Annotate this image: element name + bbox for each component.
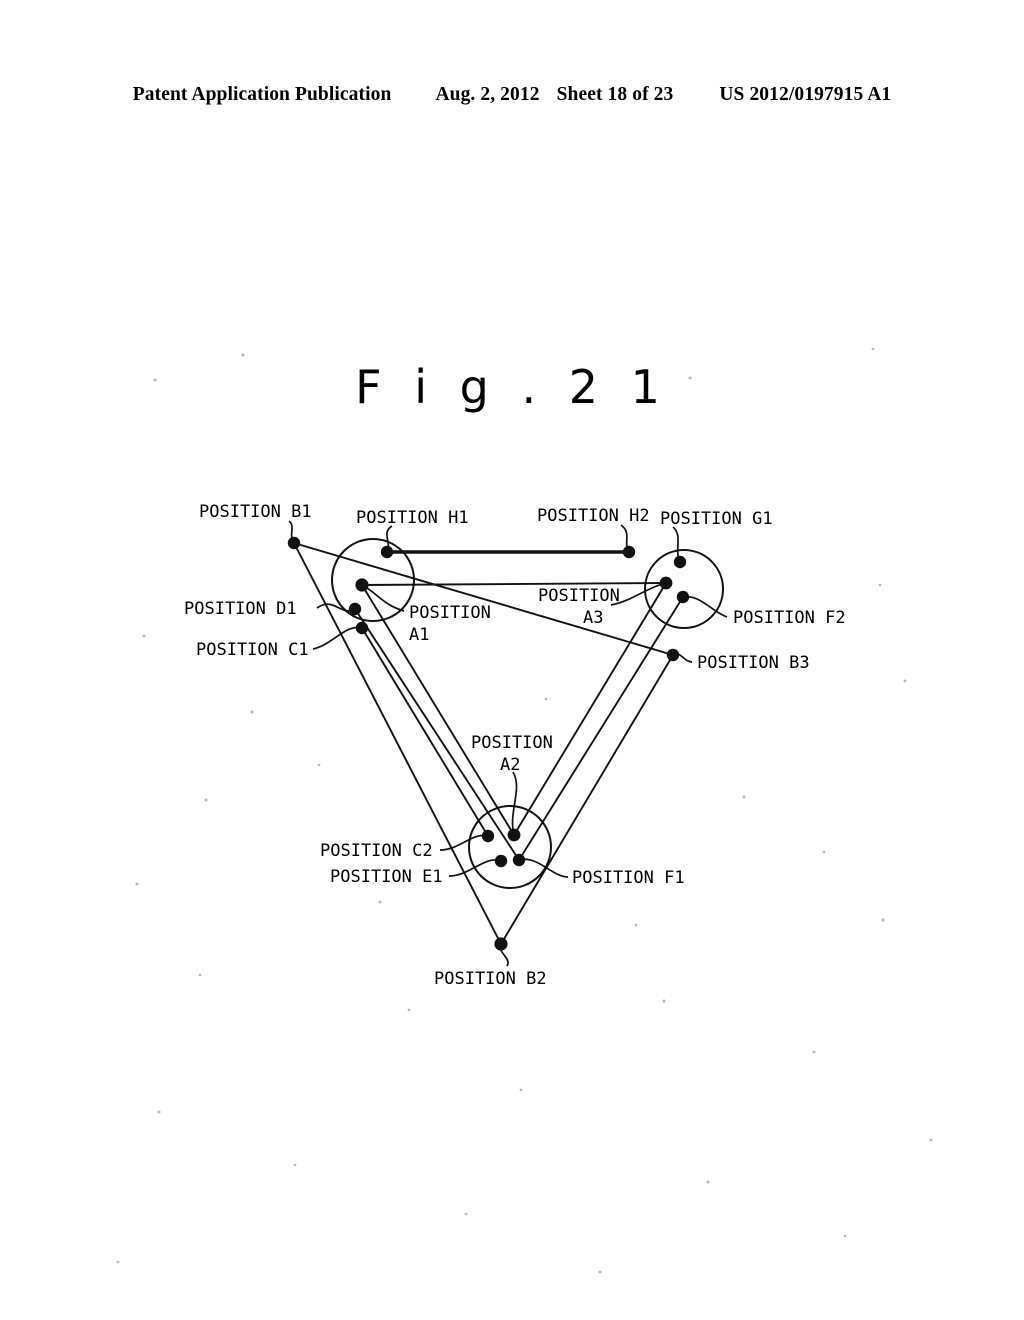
label-position-e1: POSITION E1 — [330, 867, 443, 887]
label-position-c1: POSITION C1 — [196, 640, 309, 660]
label-position-h1: POSITION H1 — [356, 508, 469, 528]
group-circles — [331, 538, 724, 889]
dot-d1 — [348, 602, 362, 616]
dot-b2 — [494, 937, 508, 951]
edge-f2-f1 — [518, 596, 684, 861]
label-position-b3: POSITION B3 — [697, 653, 810, 673]
label-position-a2-line2: A2 — [500, 755, 520, 775]
dot-f1 — [512, 853, 526, 867]
label-position-f1: POSITION F1 — [572, 868, 685, 888]
label-position-a1-line2: A1 — [409, 625, 429, 645]
dot-b1 — [287, 536, 301, 550]
dot-e1 — [494, 854, 508, 868]
edge-b3-b2 — [500, 654, 674, 945]
label-position-b2: POSITION B2 — [434, 969, 547, 989]
scan-speckle-layer — [116, 347, 933, 1274]
leader-f2 — [682, 595, 728, 618]
label-position-d1: POSITION D1 — [184, 599, 297, 619]
label-position-a3-line1: POSITION — [538, 586, 620, 606]
dot-b3 — [666, 648, 680, 662]
dot-h1 — [380, 545, 394, 559]
leader-c1 — [312, 626, 363, 650]
group-circle-1 — [331, 538, 415, 622]
label-position-a1-line1: POSITION — [409, 603, 491, 623]
label-position-g1: POSITION G1 — [660, 509, 773, 529]
leader-c2 — [439, 834, 489, 851]
leader-e1 — [448, 859, 502, 877]
dot-f2 — [676, 590, 690, 604]
dot-a2 — [507, 828, 521, 842]
label-position-a2-line1: POSITION — [471, 733, 553, 753]
figure-drawing: POSITION B1 POSITION H1 POSITION H2 POSI… — [116, 347, 933, 1274]
dot-a1 — [355, 578, 369, 592]
dot-c1 — [355, 621, 369, 635]
dot-g1 — [673, 555, 687, 569]
dot-h2 — [622, 545, 636, 559]
leader-a1 — [361, 584, 405, 612]
edge-a1-a3 — [361, 582, 667, 586]
label-position-b1: POSITION B1 — [199, 502, 312, 522]
position-labels: POSITION B1 POSITION H1 POSITION H2 POSI… — [184, 502, 846, 989]
label-position-a3-line2: A3 — [583, 608, 603, 628]
leader-a2 — [511, 771, 518, 836]
label-position-f2: POSITION F2 — [733, 608, 846, 628]
label-position-h2: POSITION H2 — [537, 506, 650, 526]
label-position-c2: POSITION C2 — [320, 841, 433, 861]
edge-c1-c2 — [361, 627, 489, 837]
dot-c2 — [481, 829, 495, 843]
dot-a3 — [659, 576, 673, 590]
